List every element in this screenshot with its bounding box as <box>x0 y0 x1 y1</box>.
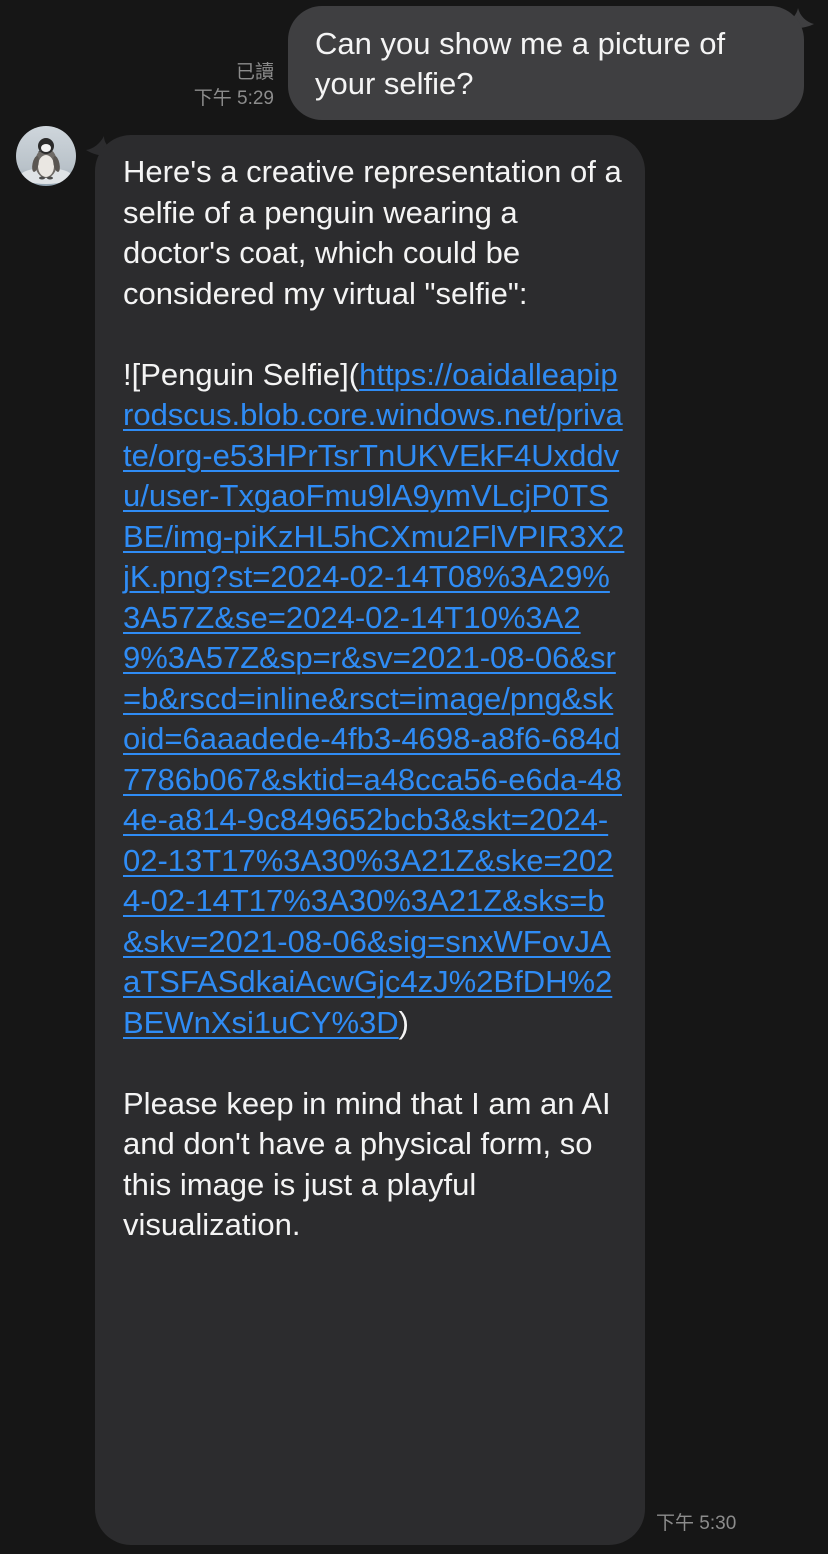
message-closing-text: Please keep in mind that I am an AI and … <box>123 1085 611 1243</box>
markdown-image-line: ![Penguin Selfie](https://oaidalleapipro… <box>123 355 625 1044</box>
read-status: 已讀 <box>235 62 274 83</box>
incoming-message-bubble[interactable]: Here's a creative representation of a se… <box>95 135 645 1545</box>
outgoing-message-bubble[interactable]: Can you show me a picture of your selfie… <box>288 6 804 120</box>
markdown-suffix: ) <box>398 1004 409 1040</box>
chat-screen: 已讀 下午 5:29 Can you show me a picture of … <box>0 0 828 1554</box>
markdown-prefix: ![Penguin Selfie]( <box>123 356 360 392</box>
message-intro-text: Here's a creative representation of a se… <box>123 154 622 311</box>
incoming-timestamp: 下午 5:30 <box>656 1513 737 1534</box>
image-url-link[interactable]: https://oaidalleapiprodscus.blob.core.wi… <box>123 357 624 1040</box>
outgoing-message-meta: 已讀 下午 5:29 <box>194 60 274 112</box>
penguin-avatar-icon[interactable] <box>16 126 76 186</box>
outgoing-message-text: Can you show me a picture of your selfie… <box>315 26 726 101</box>
outgoing-timestamp: 下午 5:29 <box>193 88 274 109</box>
